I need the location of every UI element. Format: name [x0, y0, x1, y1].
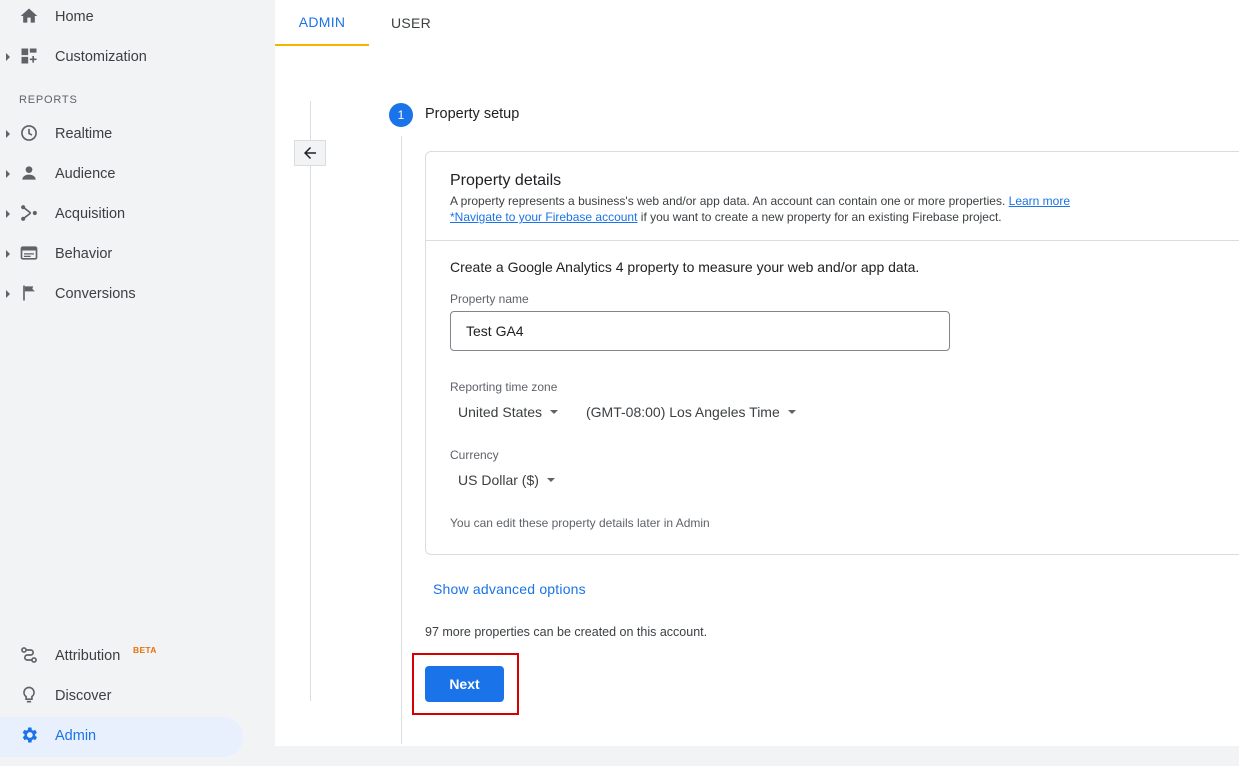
- sidebar-item-label: Attribution: [55, 648, 121, 664]
- sidebar-item-admin[interactable]: Admin: [0, 717, 243, 757]
- sidebar-item-customization[interactable]: Customization: [0, 38, 243, 78]
- tab-user[interactable]: USER: [369, 0, 453, 46]
- card-title: Property details: [450, 172, 562, 189]
- gear-icon: [22, 727, 37, 743]
- acquisition-icon: [21, 205, 37, 221]
- country-select[interactable]: United States: [458, 404, 559, 420]
- sidebar-item-label: Discover: [55, 688, 112, 704]
- expand-caret-icon: [6, 53, 10, 61]
- expand-caret-icon: [6, 290, 10, 298]
- card-divider: [426, 240, 1239, 241]
- clock-icon: [21, 125, 37, 141]
- sidebar-item-discover[interactable]: Discover: [0, 677, 243, 717]
- sidebar-item-label: Customization: [55, 49, 147, 65]
- sidebar-item-attribution[interactable]: Attribution BETA: [0, 637, 243, 677]
- timezone-label: Reporting time zone: [450, 380, 558, 394]
- property-details-card: Property details A property represents a…: [425, 151, 1239, 555]
- expand-caret-icon: [6, 210, 10, 218]
- back-button[interactable]: [294, 140, 326, 166]
- dashboard-icon: [21, 48, 37, 64]
- sidebar-item-label: Admin: [55, 728, 97, 744]
- beta-badge: BETA: [133, 645, 157, 655]
- tab-admin[interactable]: ADMIN: [275, 0, 369, 46]
- dropdown-arrow-icon: [546, 478, 555, 482]
- expand-caret-icon: [6, 170, 10, 178]
- sidebar-item-acquisition[interactable]: Acquisition: [0, 195, 243, 235]
- home-icon: [20, 8, 38, 23]
- step-title: Property setup: [425, 106, 520, 122]
- timezone-value: (GMT-08:00) Los Angeles Time: [586, 404, 780, 420]
- sidebar-item-label: Audience: [55, 166, 116, 182]
- sidebar-item-label: Behavior: [55, 246, 113, 262]
- currency-label: Currency: [450, 448, 499, 462]
- currency-value: US Dollar ($): [458, 472, 539, 488]
- firebase-account-link[interactable]: *Navigate to your Firebase account: [450, 210, 637, 224]
- property-name-label: Property name: [450, 292, 529, 306]
- currency-select[interactable]: US Dollar ($): [458, 472, 555, 488]
- arrow-back-icon: [304, 147, 316, 159]
- sidebar-item-home[interactable]: Home: [0, 0, 243, 38]
- sidebar-item-audience[interactable]: Audience: [0, 155, 243, 195]
- country-value: United States: [458, 404, 543, 420]
- timezone-select[interactable]: (GMT-08:00) Los Angeles Time: [586, 404, 796, 420]
- attribution-icon: [21, 647, 37, 663]
- property-setup-panel: 1 Property setup Property details A prop…: [275, 46, 1239, 746]
- expand-caret-icon: [6, 130, 10, 138]
- learn-more-link[interactable]: Learn more: [1009, 194, 1070, 208]
- sidebar-item-label: Conversions: [55, 286, 136, 302]
- description-text: if you want to create a new property for…: [637, 210, 1002, 224]
- flag-icon: [23, 285, 35, 301]
- card-description: A property represents a business's web a…: [450, 193, 1070, 225]
- next-button[interactable]: Next: [425, 666, 504, 702]
- sidebar-item-behavior[interactable]: Behavior: [0, 235, 243, 275]
- dropdown-arrow-icon: [787, 410, 796, 414]
- sidebar-item-label: Acquisition: [55, 206, 126, 222]
- lightbulb-icon: [23, 686, 35, 703]
- remaining-properties-text: 97 more properties can be created on thi…: [425, 625, 708, 639]
- step-number: 1: [389, 103, 413, 127]
- reports-section-label: REPORTS: [19, 94, 78, 106]
- sidebar-item-label: Home: [55, 9, 94, 25]
- admin-user-tabs: ADMIN USER: [275, 0, 1239, 46]
- sidebar-item-label: Realtime: [55, 126, 113, 142]
- left-divider: [310, 101, 311, 701]
- dropdown-arrow-icon: [550, 410, 559, 414]
- sidebar-item-conversions[interactable]: Conversions: [0, 275, 243, 315]
- sidebar-item-realtime[interactable]: Realtime: [0, 115, 243, 155]
- person-icon: [22, 166, 36, 180]
- expand-caret-icon: [6, 250, 10, 258]
- edit-note: You can edit these property details late…: [450, 516, 710, 530]
- stepper-line: [401, 136, 402, 744]
- behavior-icon: [20, 246, 38, 260]
- create-ga4-text: Create a Google Analytics 4 property to …: [450, 259, 920, 275]
- sidebar: Home Customization REPORTS Realtime Audi…: [0, 0, 275, 766]
- description-text: A property represents a business's web a…: [450, 194, 1009, 208]
- show-advanced-options-link[interactable]: Show advanced options: [433, 581, 586, 597]
- property-name-input[interactable]: [450, 311, 950, 351]
